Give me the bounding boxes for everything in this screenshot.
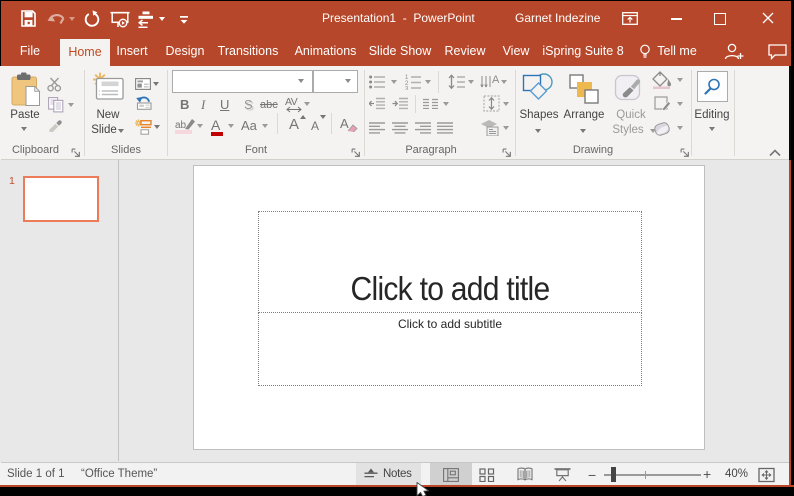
svg-text:3: 3 [405,87,409,91]
svg-text:A: A [492,74,499,86]
